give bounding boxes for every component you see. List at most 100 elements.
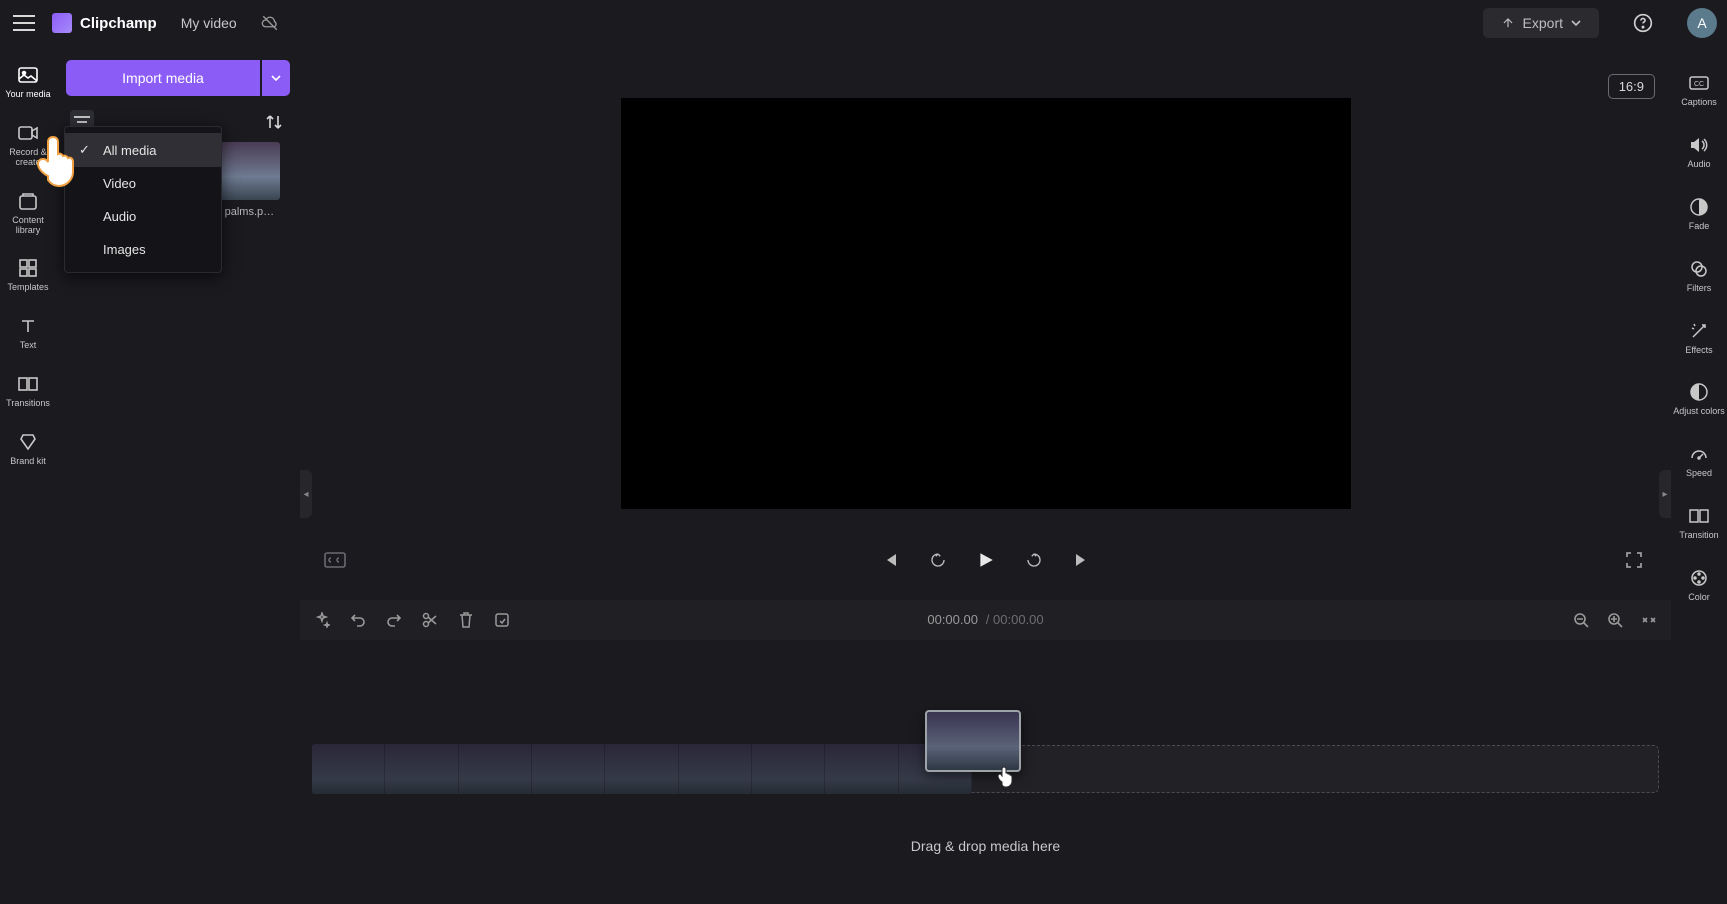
filters-icon (1688, 258, 1710, 280)
color-icon (1688, 567, 1710, 589)
right-item-color[interactable]: Color (1673, 559, 1725, 611)
right-label: Audio (1687, 160, 1710, 170)
import-media-button[interactable]: Import media (66, 60, 260, 96)
right-item-speed[interactable]: Speed (1673, 435, 1725, 487)
user-avatar[interactable]: A (1687, 8, 1717, 38)
filter-menu: ✓ All media Video Audio Images (64, 126, 222, 273)
sidebar-label: Record & create (4, 148, 52, 168)
aspect-ratio-button[interactable]: 16:9 (1608, 74, 1655, 99)
filter-option-label: Audio (103, 209, 136, 224)
seek-backward-button[interactable] (925, 547, 951, 573)
help-button[interactable] (1627, 7, 1659, 39)
transitions-icon (17, 373, 39, 395)
timeline-toolbar: 00:00.00 / 00:00.00 (300, 600, 1671, 640)
left-sidebar: Your media Record & create Content libra… (0, 46, 56, 904)
skip-backward-button[interactable] (877, 547, 903, 573)
timecode: 00:00.00 / 00:00.00 (927, 612, 1043, 628)
delete-button[interactable] (456, 610, 476, 630)
right-item-filters[interactable]: Filters (1673, 250, 1725, 302)
right-item-transition[interactable]: Transition (1673, 497, 1725, 549)
sort-button[interactable] (262, 110, 286, 134)
export-label: Export (1523, 15, 1563, 31)
filter-option-video[interactable]: Video (65, 167, 221, 200)
media-icon (17, 64, 39, 86)
filter-option-label: Video (103, 176, 136, 191)
sidebar-label: Content library (4, 216, 52, 236)
undo-button[interactable] (348, 610, 368, 630)
split-button[interactable] (420, 610, 440, 630)
app-name: Clipchamp (80, 15, 157, 32)
seek-forward-button[interactable] (1021, 547, 1047, 573)
logo-icon (52, 13, 72, 33)
sidebar-item-text[interactable]: Text (2, 307, 54, 359)
top-bar: Clipchamp My video Export A (0, 0, 1727, 46)
filter-option-all-media[interactable]: ✓ All media (65, 133, 221, 167)
right-item-captions[interactable]: CC Captions (1673, 64, 1725, 116)
chevron-down-icon (271, 73, 281, 83)
skip-forward-button[interactable] (1069, 547, 1095, 573)
captions-icon: CC (1688, 72, 1710, 94)
fullscreen-button[interactable] (1621, 547, 1647, 573)
sidebar-label: Your media (5, 90, 50, 100)
closed-captions-toggle[interactable] (324, 552, 354, 568)
timeline-ghost-clip (312, 744, 972, 794)
right-label: Fade (1689, 222, 1710, 232)
right-item-audio[interactable]: Audio (1673, 126, 1725, 178)
zoom-in-button[interactable] (1605, 610, 1625, 630)
sidebar-item-templates[interactable]: Templates (2, 249, 54, 301)
upload-icon (1501, 16, 1515, 30)
camera-icon (17, 122, 39, 144)
audio-icon (1688, 134, 1710, 156)
right-item-fade[interactable]: Fade (1673, 188, 1725, 240)
menu-button[interactable] (10, 9, 38, 37)
filter-option-audio[interactable]: Audio (65, 200, 221, 233)
sidebar-item-record-create[interactable]: Record & create (2, 114, 54, 176)
redo-button[interactable] (384, 610, 404, 630)
templates-icon (17, 257, 39, 279)
right-label: Color (1688, 593, 1710, 603)
zoom-fit-button[interactable] (1639, 610, 1659, 630)
transition-icon (1688, 505, 1710, 527)
brand-icon (17, 431, 39, 453)
right-label: Filters (1687, 284, 1712, 294)
filter-option-label: Images (103, 242, 146, 257)
filter-option-label: All media (103, 143, 156, 158)
sidebar-label: Text (20, 341, 37, 351)
help-icon (1633, 13, 1653, 33)
right-label: Effects (1685, 346, 1712, 356)
import-media-dropdown[interactable] (262, 60, 290, 96)
crop-button[interactable] (492, 610, 512, 630)
sidebar-label: Templates (7, 283, 48, 293)
preview-area: 16:9 (300, 60, 1671, 590)
video-title[interactable]: My video (181, 15, 237, 31)
export-button[interactable]: Export (1483, 8, 1599, 38)
sidebar-item-content-library[interactable]: Content library (2, 182, 54, 244)
timeline-drop-hint: Drag & drop media here (300, 838, 1671, 854)
sidebar-label: Brand kit (10, 457, 46, 467)
timeline[interactable]: Drag & drop media here (300, 640, 1671, 904)
svg-text:CC: CC (1694, 81, 1704, 88)
sidebar-item-transitions[interactable]: Transitions (2, 365, 54, 417)
fade-icon (1688, 196, 1710, 218)
sort-icon (266, 114, 282, 130)
right-label: Transition (1679, 531, 1718, 541)
speed-icon (1688, 443, 1710, 465)
app-logo[interactable]: Clipchamp (52, 13, 157, 33)
avatar-initial: A (1697, 15, 1706, 31)
sidebar-item-brand-kit[interactable]: Brand kit (2, 423, 54, 475)
chevron-down-icon (1571, 18, 1581, 28)
right-item-effects[interactable]: Effects (1673, 312, 1725, 364)
zoom-out-button[interactable] (1571, 610, 1591, 630)
check-icon: ✓ (79, 142, 93, 158)
sidebar-item-your-media[interactable]: Your media (2, 56, 54, 108)
filter-option-images[interactable]: Images (65, 233, 221, 266)
right-item-adjust-colors[interactable]: Adjust colors (1673, 373, 1725, 425)
cloud-off-icon (261, 14, 279, 32)
library-icon (17, 190, 39, 212)
sidebar-label: Transitions (6, 399, 50, 409)
current-time: 00:00.00 (927, 612, 978, 627)
magic-button[interactable] (312, 610, 332, 630)
play-button[interactable] (973, 547, 999, 573)
preview-canvas[interactable] (621, 98, 1351, 509)
text-icon (17, 315, 39, 337)
